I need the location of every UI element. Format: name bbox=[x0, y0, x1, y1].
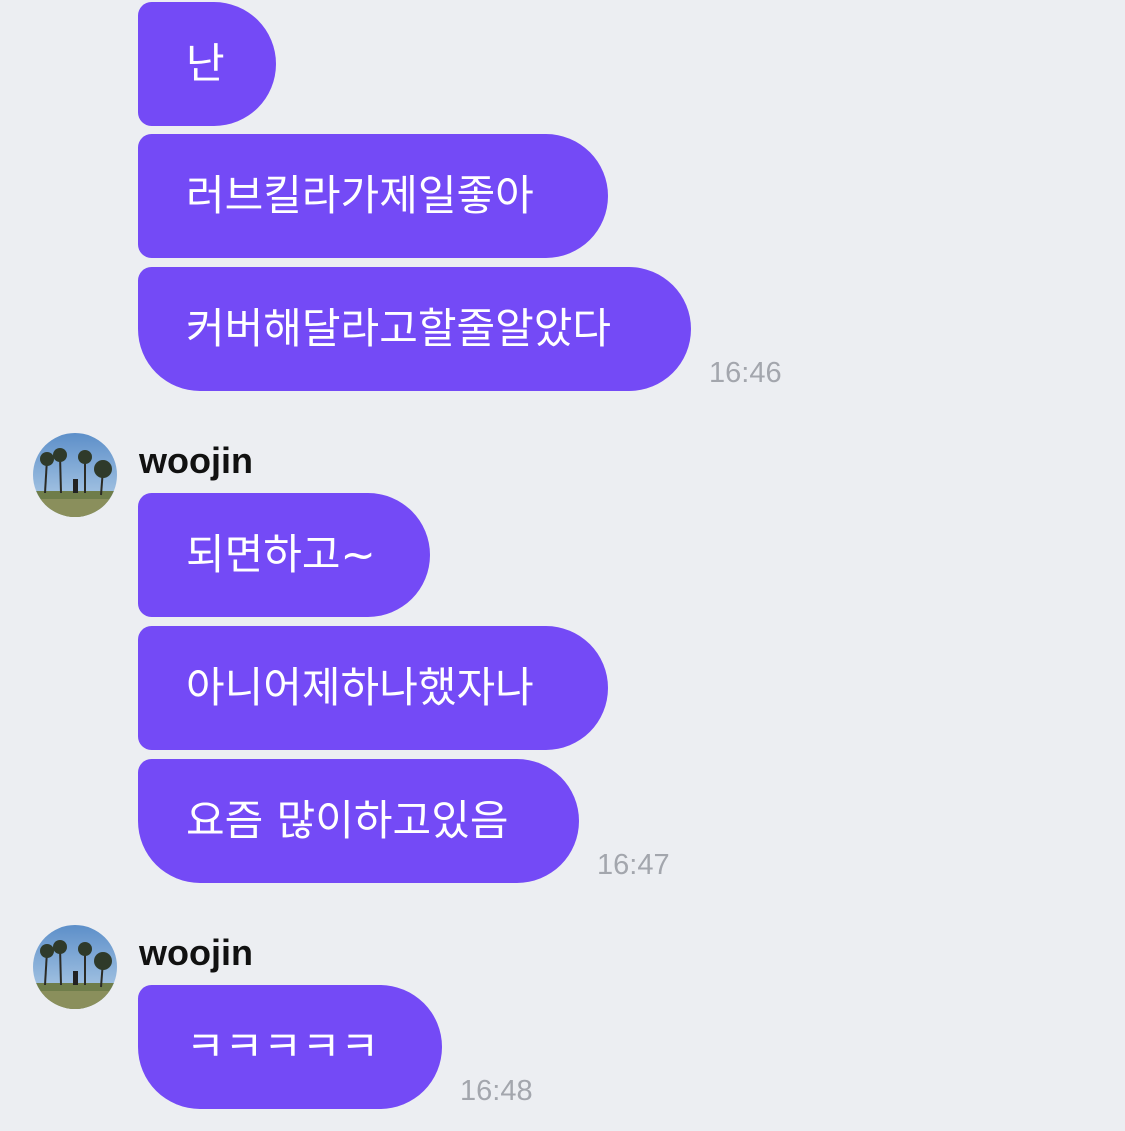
sender-name: woojin bbox=[139, 440, 253, 481]
message-text: 아니어제하나했자나 bbox=[186, 663, 534, 712]
message-text: 되면하고~ bbox=[186, 530, 376, 579]
message-timestamp: 16:47 bbox=[597, 849, 670, 881]
message-timestamp: 16:48 bbox=[460, 1075, 533, 1107]
message-bubble[interactable]: 요즘 많이하고있음 bbox=[138, 759, 579, 883]
message-bubble[interactable]: 난 bbox=[138, 2, 276, 126]
message-text: ㅋㅋㅋㅋㅋ bbox=[186, 1022, 380, 1071]
message-timestamp: 16:46 bbox=[709, 357, 782, 389]
message-bubble[interactable]: 커버해달라고할줄알았다 bbox=[138, 267, 691, 391]
avatar-photo-icon bbox=[33, 925, 117, 1009]
avatar[interactable] bbox=[33, 433, 117, 517]
message-bubble[interactable]: ㅋㅋㅋㅋㅋ bbox=[138, 985, 442, 1109]
message-text: 난 bbox=[186, 39, 225, 88]
message-text: 러브킬라가제일좋아 bbox=[186, 171, 534, 220]
message-bubble[interactable]: 러브킬라가제일좋아 bbox=[138, 134, 608, 258]
message-bubble[interactable]: 되면하고~ bbox=[138, 493, 430, 617]
avatar-photo-icon bbox=[33, 433, 117, 517]
message-bubble[interactable]: 아니어제하나했자나 bbox=[138, 626, 608, 750]
avatar[interactable] bbox=[33, 925, 117, 1009]
sender-name: woojin bbox=[139, 932, 253, 973]
message-text: 요즘 많이하고있음 bbox=[186, 796, 509, 845]
message-text: 커버해달라고할줄알았다 bbox=[186, 304, 612, 353]
